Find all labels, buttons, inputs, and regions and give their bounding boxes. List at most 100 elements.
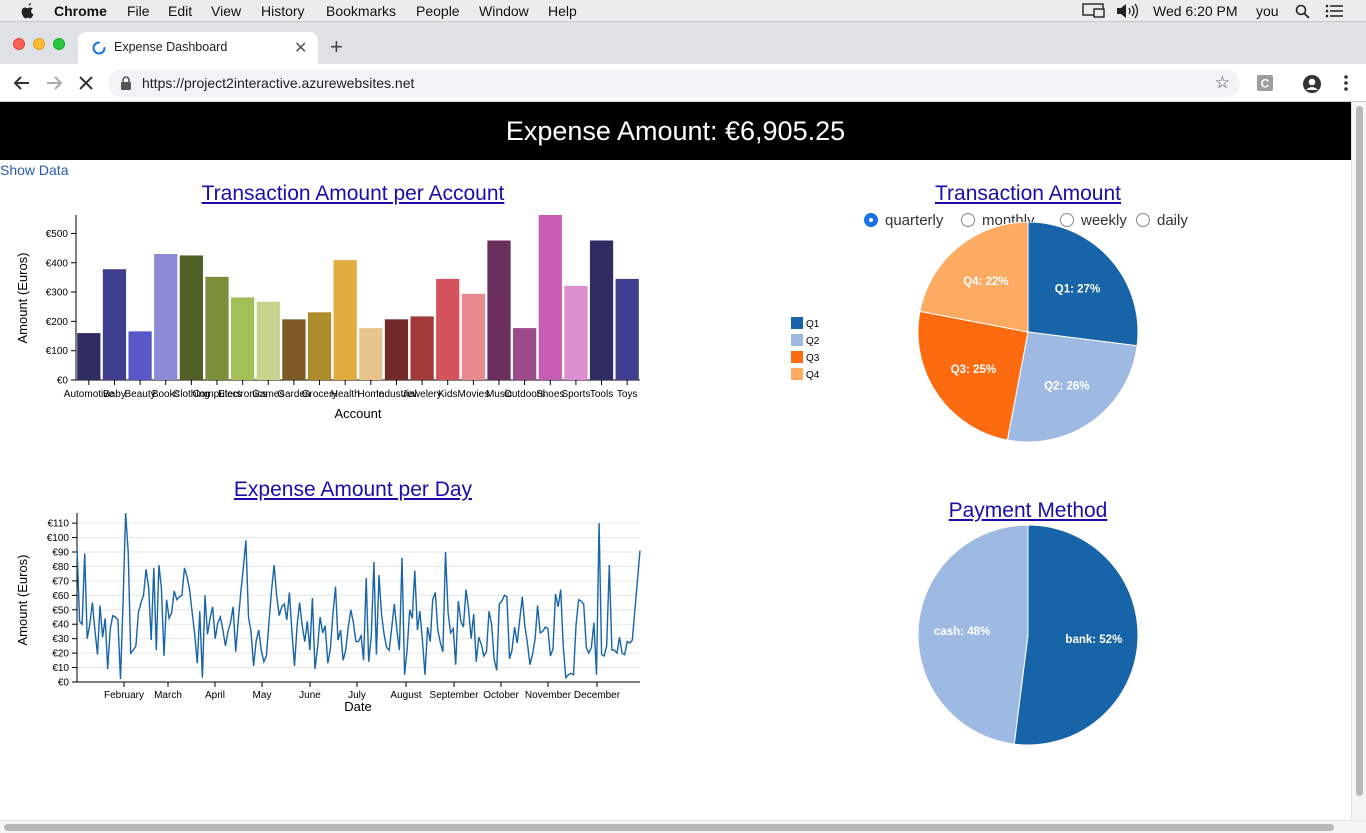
menu-help[interactable]: Help: [548, 3, 577, 19]
airplay-display-icon[interactable]: [1082, 3, 1106, 19]
window-minimize-button[interactable]: [33, 38, 45, 50]
y-axis-label: Amount (Euros): [15, 252, 30, 343]
x-tick-label: Baby: [103, 389, 126, 400]
profile-avatar-icon[interactable]: [1302, 74, 1322, 94]
y-tick-label: €90: [52, 548, 69, 559]
x-tick-label: November: [525, 690, 572, 701]
apple-icon[interactable]: [20, 2, 36, 19]
bar-toys: [615, 278, 639, 380]
y-tick-label: €400: [46, 258, 69, 269]
x-tick-label: June: [299, 690, 321, 701]
x-tick-label: Movies: [458, 389, 490, 400]
expense-total-header: Expense Amount: €6,905.25: [0, 102, 1351, 160]
chrome-menu-icon[interactable]: [1342, 74, 1350, 92]
address-bar[interactable]: https://project2interactive.azurewebsite…: [108, 69, 1240, 97]
pie-chart-title[interactable]: Transaction Amount: [848, 182, 1208, 206]
x-tick-label: December: [574, 690, 621, 701]
quarter-slice-label: Q4: 22%: [963, 276, 1008, 288]
y-tick-label: €40: [52, 620, 69, 631]
page-viewport: Expense Amount: €6,905.25 Show Data Tran…: [0, 102, 1351, 820]
bar-kids: [436, 278, 460, 380]
url-text[interactable]: https://project2interactive.azurewebsite…: [142, 75, 414, 91]
y-tick-label: €100: [47, 533, 70, 544]
line-chart-title[interactable]: Expense Amount per Day: [103, 478, 603, 502]
legend-label-q2: Q2: [806, 336, 820, 347]
show-data-link[interactable]: Show Data: [0, 162, 68, 178]
bar-music: [487, 240, 511, 380]
y-tick-label: €200: [46, 317, 69, 328]
legend-label-q1: Q1: [806, 319, 820, 330]
y-tick-label: €0: [57, 376, 69, 387]
spotlight-search-icon[interactable]: [1295, 4, 1310, 19]
x-axis-label: Account: [335, 406, 382, 421]
y-tick-label: €50: [52, 605, 69, 616]
lock-icon[interactable]: [120, 76, 132, 90]
x-tick-label: Shoes: [536, 389, 564, 400]
menubar-user[interactable]: you: [1256, 3, 1279, 19]
browser-tab-active[interactable]: Expense Dashboard ✕: [78, 32, 318, 64]
y-tick-label: €60: [52, 591, 69, 602]
menu-history[interactable]: History: [261, 3, 305, 19]
x-tick-label: Sports: [561, 389, 590, 400]
window-zoom-button[interactable]: [53, 38, 65, 50]
bookmark-star-icon[interactable]: ☆: [1215, 73, 1230, 93]
window-close-button[interactable]: [13, 38, 25, 50]
bar-outdoors: [513, 328, 537, 380]
y-tick-label: €80: [52, 562, 69, 573]
stop-loading-icon[interactable]: [76, 73, 96, 93]
x-axis-label: Date: [344, 699, 371, 714]
bar-clothing: [179, 255, 203, 380]
y-tick-label: €100: [46, 346, 69, 357]
horizontal-scroll-thumb[interactable]: [4, 824, 1334, 831]
forward-arrow-icon[interactable]: [44, 73, 64, 93]
quarterly-pie-chart: Q1: 27% Q2: 26% Q3: 25% Q4: 22% Q1 Q2 Q3 Q4: [791, 222, 1139, 443]
x-tick-label: September: [430, 690, 480, 701]
tab-close-icon[interactable]: ✕: [294, 38, 307, 58]
menubar-clock[interactable]: Wed 6:20 PM: [1153, 3, 1238, 19]
os-menubar: Chrome File Edit View History Bookmarks …: [0, 0, 1366, 22]
bar-sports: [564, 285, 588, 380]
quarter-slice-label: Q2: 26%: [1044, 380, 1089, 392]
y-tick-label: €30: [52, 634, 69, 645]
line-chart: €0 €10 €20 €30 €40 €50 €60 €70 €80 €90 €100 €110 Feb…: [15, 512, 641, 714]
bar-industrial: [384, 319, 409, 380]
x-tick-label: October: [483, 690, 519, 701]
bar-chart-title[interactable]: Transaction Amount per Account: [103, 182, 603, 206]
back-arrow-icon[interactable]: [12, 73, 32, 93]
legend-swatch-q3: [791, 351, 803, 363]
y-tick-label: €70: [52, 576, 69, 587]
volume-icon[interactable]: [1116, 3, 1138, 19]
menu-app-chrome[interactable]: Chrome: [54, 3, 107, 19]
menu-view[interactable]: View: [211, 3, 241, 19]
bar-tools: [589, 240, 614, 380]
menu-window[interactable]: Window: [479, 3, 529, 19]
extension-c-icon[interactable]: C: [1256, 74, 1274, 92]
legend-swatch-q2: [791, 334, 803, 346]
legend-swatch-q4: [791, 368, 803, 380]
payment-slice-label: cash: 48%: [934, 626, 990, 638]
y-tick-label: €0: [58, 678, 70, 689]
horizontal-scrollbar[interactable]: [0, 820, 1366, 833]
x-tick-label: May: [253, 690, 272, 701]
svg-text:C: C: [1261, 77, 1270, 91]
new-tab-button[interactable]: +: [330, 34, 343, 60]
menu-bookmarks[interactable]: Bookmarks: [326, 3, 396, 19]
bar-baby: [102, 269, 127, 380]
menu-people[interactable]: People: [416, 3, 460, 19]
bar-electronics: [231, 297, 255, 380]
bar-books: [154, 253, 178, 380]
bar-games: [256, 301, 280, 380]
bar-garden: [282, 319, 306, 380]
vertical-scrollbar[interactable]: [1351, 102, 1366, 820]
browser-toolbar: https://project2interactive.azurewebsite…: [0, 64, 1366, 102]
tab-title: Expense Dashboard: [114, 40, 228, 54]
x-tick-label: Tools: [590, 389, 613, 400]
bar-beauty: [128, 331, 152, 380]
vertical-scroll-thumb[interactable]: [1356, 106, 1363, 796]
bar-grocery: [307, 312, 332, 380]
x-tick-label: February: [104, 690, 144, 701]
notification-center-icon[interactable]: [1325, 4, 1343, 18]
menu-edit[interactable]: Edit: [168, 3, 192, 19]
x-tick-label: August: [390, 690, 421, 701]
menu-file[interactable]: File: [127, 3, 150, 19]
